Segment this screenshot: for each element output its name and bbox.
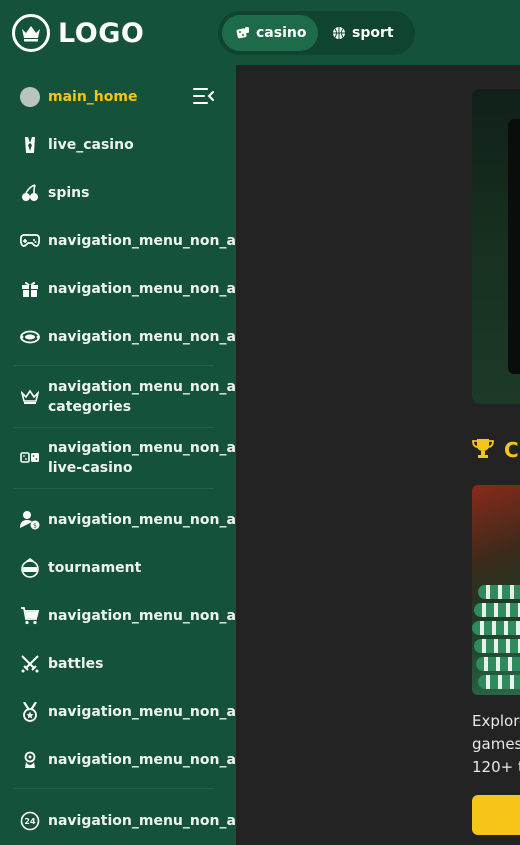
section-title: C [504,438,519,462]
hero-video-frame [508,119,520,374]
sidebar-item-label: navigation_menu_non_a [48,752,236,768]
chip-graphic [474,639,520,653]
mascot-icon [20,750,40,770]
sidebar-item-label: navigation_menu_non_a [48,813,236,829]
sidebar-item-categories[interactable]: navigation_menu_non_a categories [0,377,236,417]
sidebar-item-label: live_casino [48,137,134,153]
tournament-badge-icon [20,558,40,578]
home-circle-icon [20,87,40,107]
sidebar-item-label: navigation_menu_non_a [48,233,236,249]
product-switcher: casino sport [218,11,415,55]
logo-text: LOGO [58,17,145,49]
sidebar-item-label: navigation_menu_non_a [48,281,236,297]
chip-graphic [472,621,520,635]
sidebar-item-label-line1: navigation_menu_non_a [48,440,236,456]
sidebar-item-label-line2: live-casino [48,460,133,476]
promo-text-line: games [472,735,520,753]
sidebar-item-label: navigation_menu_non_a categories [48,377,236,417]
crown-logo-icon [12,14,50,52]
basketball-icon [332,26,346,40]
sidebar-item-user-coin[interactable]: $ navigation_menu_non_a [0,510,236,530]
gift-icon [20,279,40,299]
crossed-swords-icon [20,654,40,674]
sidebar-item-poker-table[interactable]: navigation_menu_non_a [0,327,236,347]
support-24-icon: 24 [20,811,40,831]
dice-icon [236,26,250,40]
collapse-sidebar-icon[interactable] [192,86,216,110]
cart-icon [20,606,40,626]
sidebar-item-label: navigation_menu_non_a [48,608,236,624]
svg-text:$: $ [33,523,37,530]
sidebar-item-battles[interactable]: battles [0,654,236,674]
chip-graphic [474,603,520,617]
sidebar-item-label-line1: navigation_menu_non_a [48,379,236,395]
top-header: LOGO casino sport [0,0,520,65]
sport-tab[interactable]: sport [318,15,408,51]
promo-cta-button[interactable] [472,795,520,835]
chip-graphic [478,675,520,689]
trophy-icon [472,437,494,463]
dice-pair-icon [20,448,40,468]
sidebar-item-shop[interactable]: navigation_menu_non_a [0,606,236,626]
sidebar-item-label: navigation_menu_non_a live-casino [48,438,236,478]
dealer-icon [20,135,40,155]
divider [14,788,214,789]
promo-card-image[interactable] [472,485,520,695]
chip-graphic [476,657,520,671]
sidebar-item-label: battles [48,656,104,672]
divider [14,488,214,489]
section-header: C [472,437,519,463]
promo-text-line: Explore [472,712,520,730]
sidebar-item-label: navigation_menu_non_a [48,512,236,528]
sidebar-item-label: navigation_menu_non_a [48,704,236,720]
crown-icon [20,387,40,407]
sidebar-item-tournament[interactable]: tournament [0,558,236,578]
promo-card-text: Explore games 120+ to [472,710,520,779]
sidebar-item-gamepad[interactable]: navigation_menu_non_a [0,231,236,251]
sidebar-item-live-casino-category[interactable]: navigation_menu_non_a live-casino [0,438,236,478]
logo[interactable]: LOGO [12,14,144,52]
chip-graphic [478,585,520,599]
user-coin-icon: $ [20,510,40,530]
sidebar-item-label-line2: categories [48,399,132,415]
sidebar-item-spins[interactable]: spins [0,183,236,203]
sidebar-item-medal[interactable]: navigation_menu_non_a [0,702,236,722]
promo-text-line: 120+ to [472,758,520,776]
sidebar-item-label: tournament [48,560,142,576]
divider [14,427,214,428]
casino-tab-label: casino [256,25,307,41]
poker-table-icon [20,327,40,347]
cherries-icon [20,183,40,203]
svg-text:24: 24 [24,817,36,826]
sidebar-item-label: navigation_menu_non_a [48,329,236,345]
casino-tab[interactable]: casino [222,15,318,51]
gamepad-icon [20,231,40,251]
medal-icon [20,702,40,722]
sport-tab-label: sport [352,25,394,41]
sidebar-item-label: spins [48,185,90,201]
sidebar-item-gift[interactable]: navigation_menu_non_a [0,279,236,299]
divider [14,365,214,366]
sidebar-item-support[interactable]: 24 navigation_menu_non_a [0,811,236,831]
sidebar-item-live-casino[interactable]: live_casino [0,135,236,155]
hero-banner[interactable] [472,89,520,404]
sidebar: main_home live_casino spins navigation_m… [0,65,236,845]
sidebar-item-mascot[interactable]: navigation_menu_non_a [0,750,236,770]
sidebar-item-label: main_home [48,89,138,105]
